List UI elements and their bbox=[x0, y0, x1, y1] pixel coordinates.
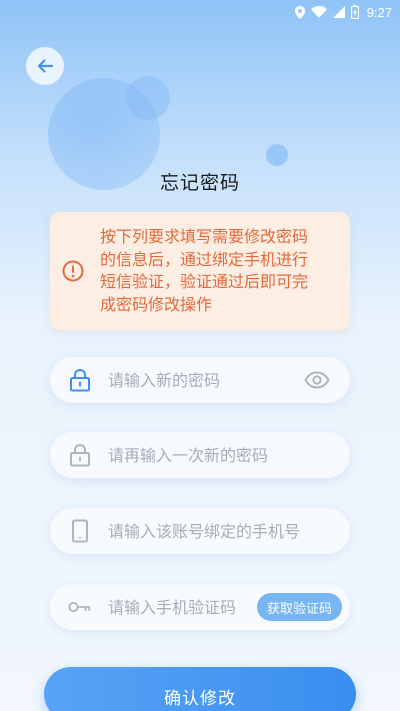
signal-icon bbox=[332, 6, 345, 18]
sms-code-field: 获取验证码 bbox=[50, 584, 350, 630]
page-title: 忘记密码 bbox=[159, 172, 240, 194]
key-icon bbox=[68, 595, 92, 619]
lock-icon bbox=[68, 368, 92, 392]
location-icon bbox=[294, 5, 305, 19]
new-password-input[interactable] bbox=[108, 370, 302, 390]
decorative-bubble-small bbox=[266, 144, 288, 166]
password-visibility-toggle[interactable] bbox=[302, 368, 332, 392]
status-time: 9:27 bbox=[366, 4, 392, 20]
back-button[interactable] bbox=[26, 47, 64, 85]
notice-text: 按下列要求填写需要修改密码 的信息后，通过绑定手机进行 短信验证，验证通过后即可… bbox=[100, 226, 308, 316]
arrow-left-icon bbox=[37, 59, 54, 73]
confirm-password-field bbox=[50, 432, 350, 478]
confirm-password-input[interactable] bbox=[108, 445, 350, 465]
sms-code-input[interactable] bbox=[108, 597, 257, 617]
phone-input[interactable] bbox=[108, 521, 350, 541]
battery-icon bbox=[350, 5, 359, 19]
phone-field bbox=[50, 508, 350, 554]
status-bar: 9:27 bbox=[0, 0, 400, 24]
notice-line: 的信息后，通过绑定手机进行 bbox=[100, 249, 309, 269]
lock-icon bbox=[68, 443, 92, 467]
notice-line: 短信验证，验证通过后即可完 bbox=[100, 272, 309, 291]
wifi-icon bbox=[310, 6, 327, 18]
eye-icon bbox=[304, 371, 330, 389]
info-circle-icon bbox=[62, 260, 84, 282]
notice-line: 按下列要求填写需要修改密码 bbox=[100, 227, 309, 246]
phone-icon bbox=[68, 519, 92, 543]
notice-box: 按下列要求填写需要修改密码 的信息后，通过绑定手机进行 短信验证，验证通过后即可… bbox=[50, 212, 350, 330]
notice-line: 成密码修改操作 bbox=[100, 294, 213, 314]
new-password-field bbox=[50, 357, 350, 403]
get-code-button[interactable]: 获取验证码 bbox=[256, 593, 342, 621]
submit-button[interactable]: 确认修改 bbox=[44, 667, 356, 711]
decorative-bubble-medium bbox=[126, 76, 170, 120]
